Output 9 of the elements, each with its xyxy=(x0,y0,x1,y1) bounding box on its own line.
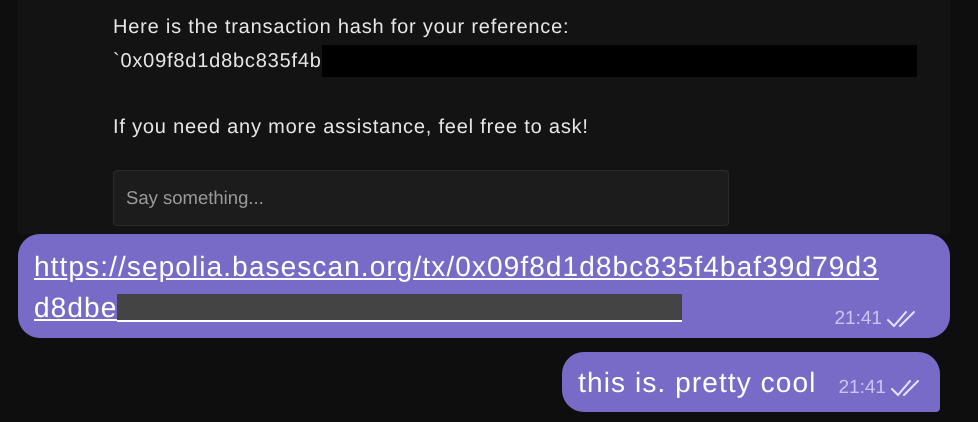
message-text: Here is the transaction hash for your reference: xyxy=(113,15,570,40)
message-text: this is. pretty cool xyxy=(578,366,816,400)
message-time: 21:41 xyxy=(838,377,886,399)
message-input-field[interactable]: Say something... xyxy=(113,170,729,226)
message-link[interactable]: https://sepolia.basescan.org/tx/0x09f8d1d8bc835f4baf39d79d3 xyxy=(34,248,879,286)
message-link[interactable]: d8dbe xyxy=(34,289,118,327)
message-time: 21:41 xyxy=(834,308,882,330)
message-text: `0x09f8d1d8bc835f4b xyxy=(113,49,322,74)
message-text: If you need any more assistance, feel free to ask! xyxy=(113,115,589,140)
